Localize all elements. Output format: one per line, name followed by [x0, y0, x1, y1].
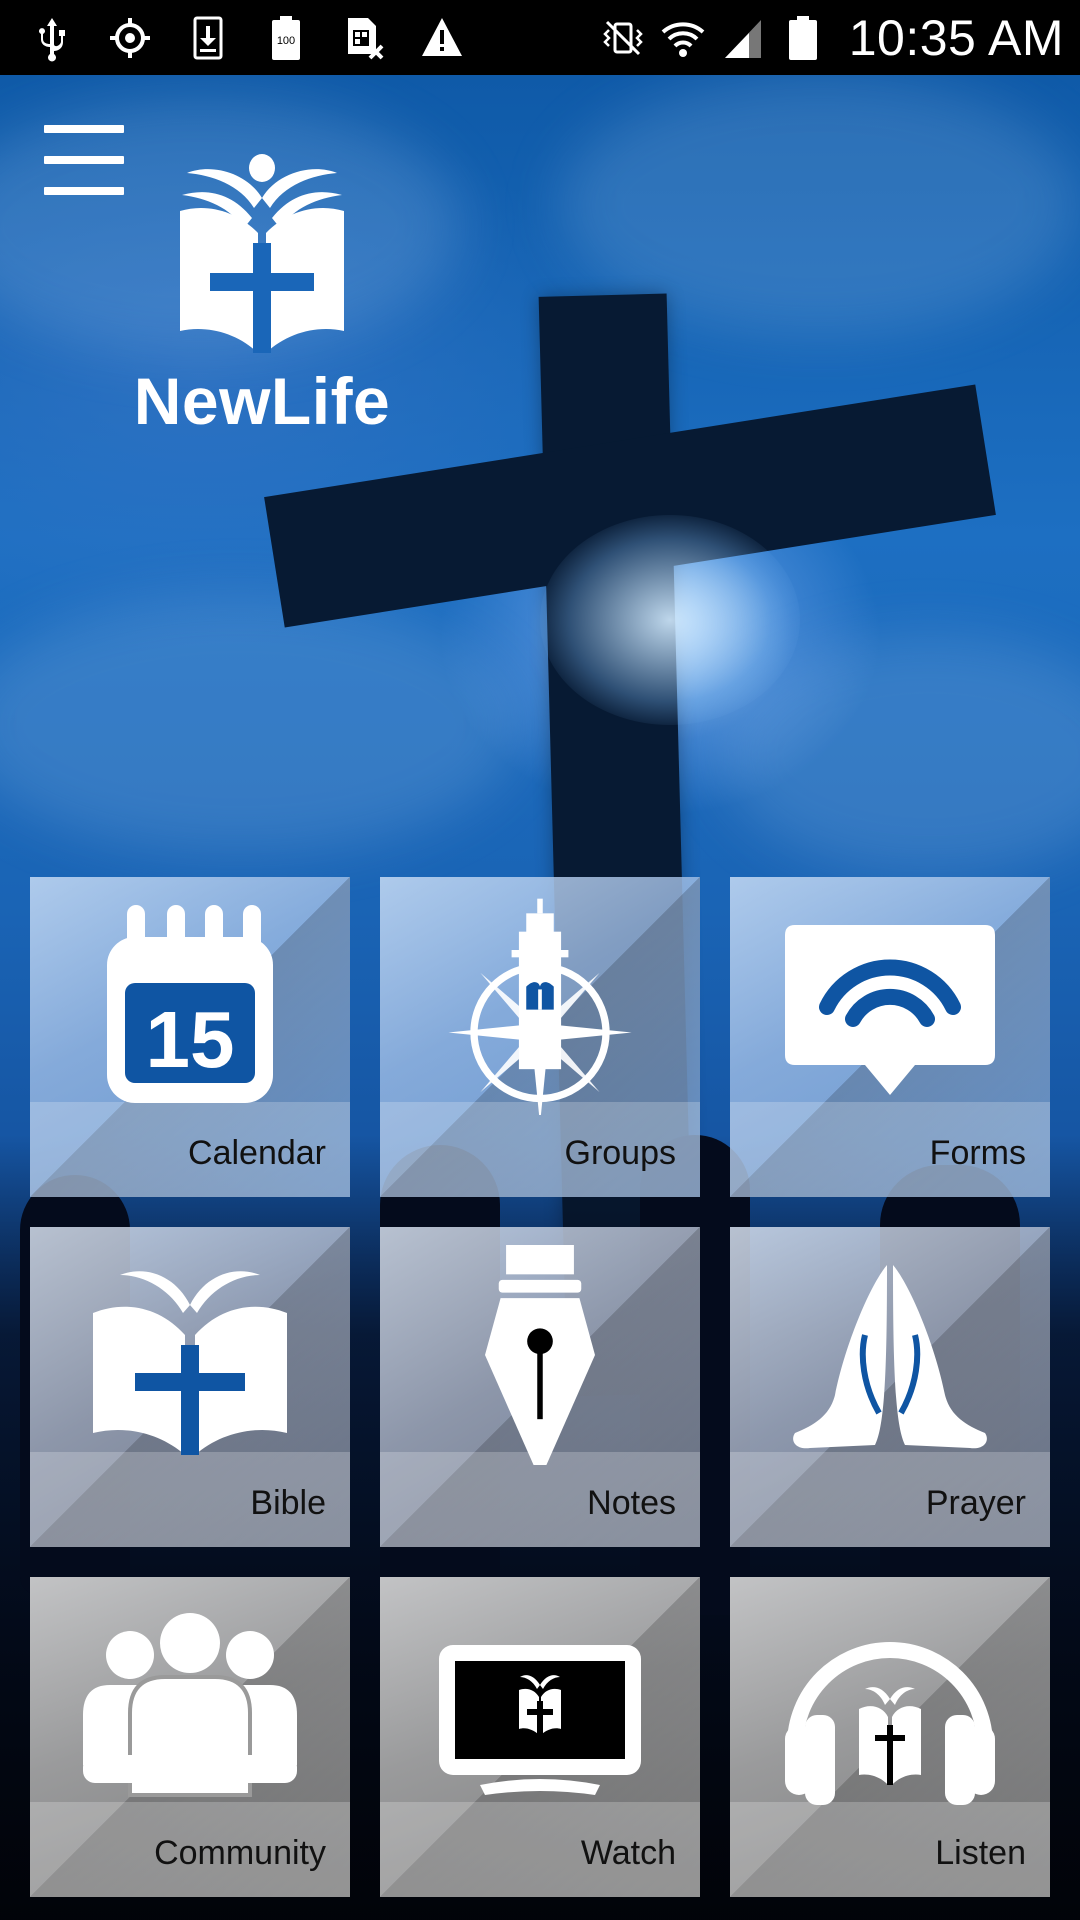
lighthouse-compass-icon: [425, 895, 655, 1125]
system-icons: 10:35 AM: [601, 9, 1064, 67]
background-cloud: [0, 595, 520, 855]
newlife-logo: NewLife: [112, 153, 412, 443]
home-screen: NewLife 15 Calendar Groups Forms Bible N…: [0, 75, 1080, 1920]
vibrate-mute-icon: [601, 13, 645, 63]
praying-hands-icon: [775, 1245, 1005, 1465]
groups-tile[interactable]: Groups: [380, 877, 700, 1197]
wifi-message-icon: [775, 895, 1005, 1115]
tile-label: Watch: [580, 1834, 676, 1872]
tile-label: Community: [154, 1834, 326, 1872]
prayer-tile[interactable]: Prayer: [730, 1227, 1050, 1547]
bible-logo-icon: [180, 154, 344, 353]
people-icon: [75, 1595, 305, 1815]
notification-icons: 100: [30, 13, 464, 63]
listen-tile[interactable]: Listen: [730, 1577, 1050, 1897]
calendar-day-text: 15: [146, 995, 235, 1084]
tile-label: Calendar: [188, 1134, 326, 1172]
sim-card-error-icon: [342, 13, 386, 63]
community-tile[interactable]: Community: [30, 1577, 350, 1897]
warning-icon: [420, 13, 464, 63]
status-bar: 100 10:35 AM: [0, 0, 1080, 75]
bible-icon: [75, 1245, 305, 1465]
battery-100-icon: 100: [264, 13, 308, 63]
bible-tile[interactable]: Bible: [30, 1227, 350, 1547]
download-icon: [186, 13, 230, 63]
wifi-icon: [661, 13, 705, 63]
menu-line: [44, 125, 124, 133]
light-glow: [540, 515, 800, 725]
status-clock: 10:35 AM: [848, 9, 1064, 66]
watch-tile[interactable]: Watch: [380, 1577, 700, 1897]
logo-text: NewLife: [133, 364, 391, 438]
notes-tile[interactable]: Notes: [380, 1227, 700, 1547]
headphones-icon: [775, 1595, 1005, 1815]
battery-icon: [781, 13, 825, 63]
tile-label: Notes: [587, 1484, 676, 1522]
signal-icon: [721, 13, 765, 63]
forms-tile[interactable]: Forms: [730, 877, 1050, 1197]
calendar-icon: 15: [75, 895, 305, 1115]
tile-label: Bible: [250, 1484, 326, 1522]
fountain-pen-icon: [425, 1245, 655, 1465]
battery-level-text: 100: [277, 35, 295, 47]
tile-label: Forms: [929, 1134, 1026, 1172]
calendar-tile[interactable]: 15 Calendar: [30, 877, 350, 1197]
usb-icon: [30, 13, 74, 63]
tile-label: Listen: [935, 1834, 1026, 1872]
tv-icon: [425, 1595, 655, 1815]
tile-label: Groups: [564, 1134, 677, 1172]
tile-label: Prayer: [925, 1484, 1026, 1522]
gps-icon: [108, 13, 152, 63]
